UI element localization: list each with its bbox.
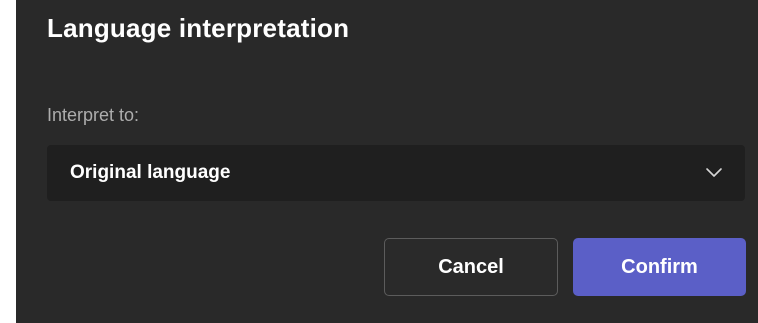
confirm-button[interactable]: Confirm <box>573 238 746 296</box>
selected-language-value: Original language <box>70 162 231 183</box>
chevron-down-icon <box>705 163 723 181</box>
interpret-to-dropdown[interactable]: Original language <box>47 145 745 201</box>
language-interpretation-dialog: Language interpretation Interpret to: Or… <box>16 0 758 323</box>
dialog-title: Language interpretation <box>47 13 350 43</box>
cancel-button[interactable]: Cancel <box>384 238 558 296</box>
interpret-to-label: Interpret to: <box>47 105 140 125</box>
